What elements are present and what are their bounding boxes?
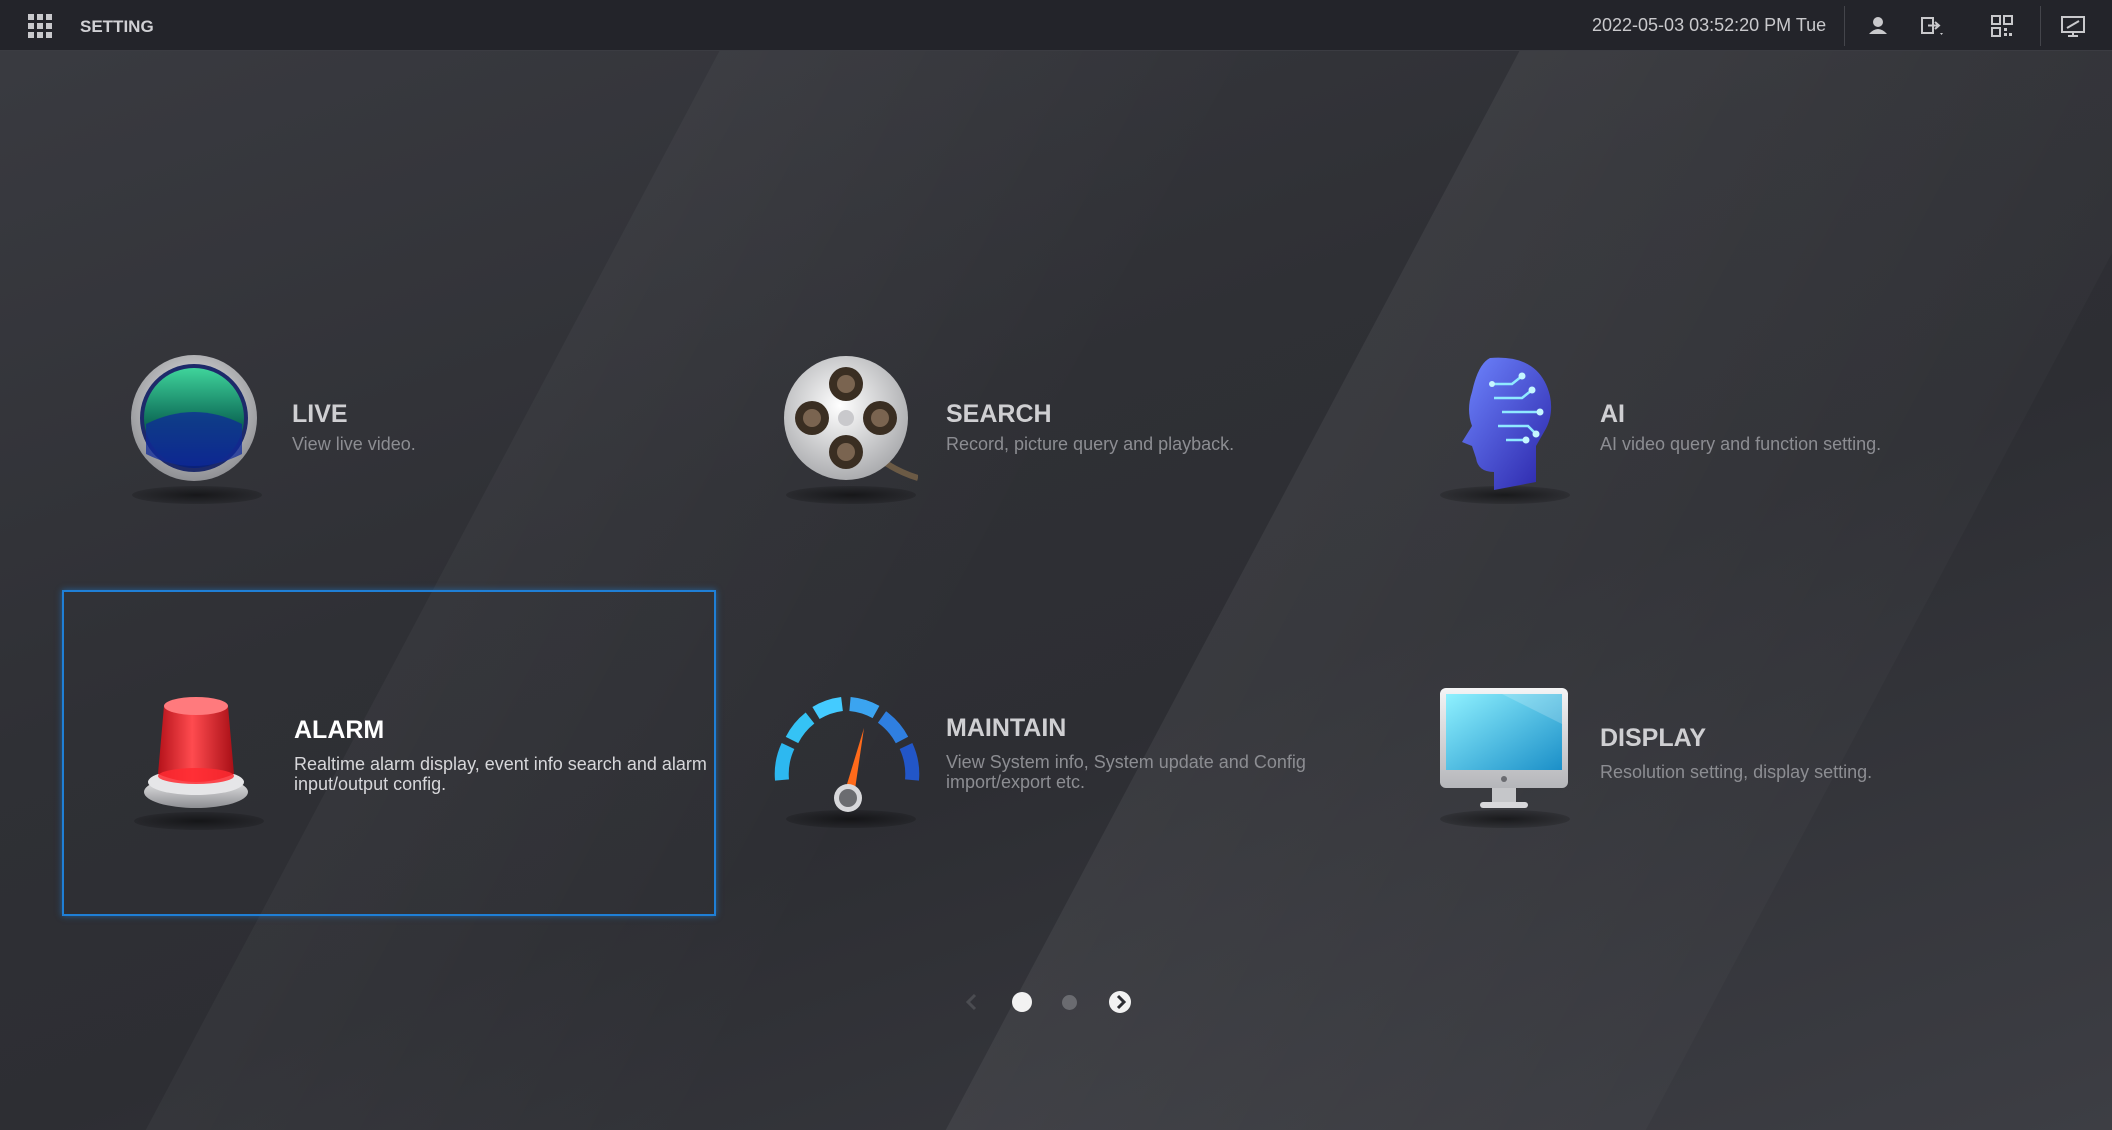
page-dot-1[interactable] <box>1012 992 1032 1012</box>
page-dot-2[interactable] <box>1062 995 1077 1010</box>
logout-icon[interactable] <box>1918 12 1946 40</box>
qr-code-icon[interactable] <box>1988 12 2016 40</box>
tile-title: ALARM <box>294 716 385 744</box>
ai-head-icon <box>1432 354 1572 494</box>
tile-title: MAINTAIN <box>946 714 1067 742</box>
gauge-icon <box>768 684 928 824</box>
tile-alarm[interactable]: ALARM Realtime alarm display, event info… <box>62 590 716 916</box>
grid-icon[interactable] <box>28 14 52 38</box>
divider <box>1844 6 1845 46</box>
tile-description: View System info, System update and Conf… <box>946 752 1306 792</box>
top-bar: SETTING 2022-05-03 03:52:20 PM Tue <box>0 0 2112 51</box>
tile-description: Record, picture query and playback. <box>946 434 1235 454</box>
datetime-display: 2022-05-03 03:52:20 PM Tue <box>1592 15 1827 35</box>
divider <box>2040 6 2041 46</box>
tile-description: Resolution setting, display setting. <box>1600 762 1873 782</box>
page-title: SETTING <box>80 17 154 36</box>
display-icon[interactable] <box>2059 12 2087 40</box>
tile-search[interactable]: SEARCH Record, picture query and playbac… <box>716 290 1370 616</box>
live-icon <box>124 354 264 494</box>
tile-ai[interactable]: AI AI video query and function setting. <box>1370 290 2024 616</box>
tile-description: AI video query and function setting. <box>1600 434 1882 454</box>
tile-title: DISPLAY <box>1600 724 1707 752</box>
monitor-icon <box>1432 684 1572 824</box>
tile-description: View live video. <box>292 434 416 454</box>
film-reel-icon <box>778 354 919 494</box>
alarm-siren-icon <box>126 686 266 826</box>
tile-description: Realtime alarm display, event info searc… <box>294 754 707 794</box>
chevron-right-icon[interactable] <box>1108 990 1132 1014</box>
tile-title: SEARCH <box>946 400 1052 428</box>
page-indicator <box>960 990 1160 1014</box>
tile-maintain[interactable]: MAINTAIN View System info, System update… <box>716 590 1370 916</box>
user-icon[interactable] <box>1864 12 1892 40</box>
tile-title: LIVE <box>292 400 348 428</box>
tile-live[interactable]: LIVE View live video. <box>62 290 716 616</box>
tile-display[interactable]: DISPLAY Resolution setting, display sett… <box>1370 590 2024 916</box>
tile-title: AI <box>1600 400 1625 428</box>
chevron-left-icon[interactable] <box>960 990 984 1014</box>
